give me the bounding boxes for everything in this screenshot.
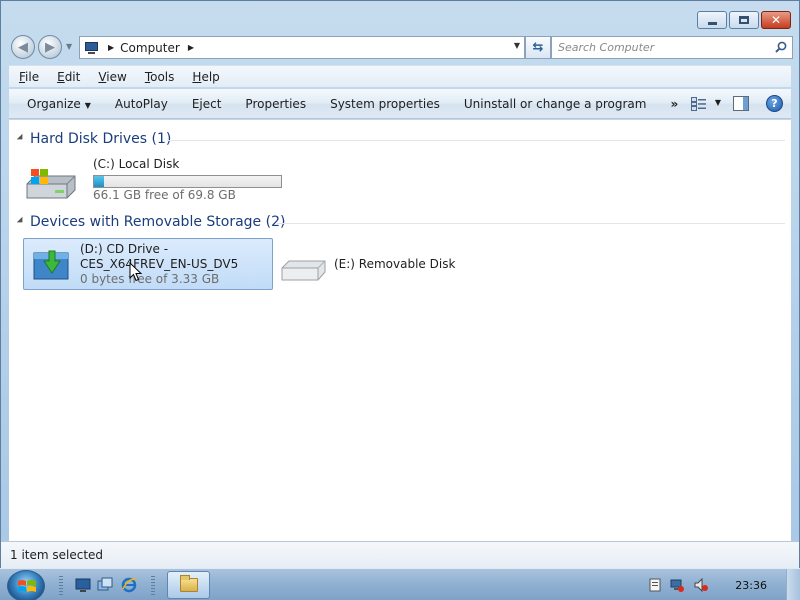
minimize-button[interactable] [697,11,727,29]
search-icon[interactable] [775,41,787,53]
help-icon: ? [771,97,778,110]
notification-area: 23:36 [640,569,800,600]
drive-d-label-line2: CES_X64FREV_EN-US_DV5 [80,257,239,271]
windows-logo-icon [18,580,36,592]
drive-d-label-line1: (D:) CD Drive - [80,242,169,256]
arrow-right-icon: ▶ [45,39,55,55]
change-view-icon[interactable] [691,97,707,111]
drive-c-free-space: 66.1 GB free of 69.8 GB [93,188,236,202]
maximize-icon [739,16,749,24]
properties-button[interactable]: Properties [233,97,318,111]
menu-edit[interactable]: Edit [47,70,88,84]
show-desktop-button[interactable] [786,569,800,600]
toolbar-grip[interactable] [59,576,63,596]
window-controls: ✕ [697,11,791,29]
group-divider [277,223,785,224]
system-properties-button[interactable]: System properties [318,97,452,111]
search-input[interactable] [558,41,758,54]
breadcrumb-expand-icon[interactable]: ▶ [188,43,194,52]
address-dropdown-icon[interactable]: ▼ [514,41,520,50]
toolbar-grip[interactable] [151,576,155,596]
back-button[interactable]: ◀ [11,35,35,59]
uninstall-program-button[interactable]: Uninstall or change a program [452,97,659,111]
menu-view[interactable]: View [88,70,134,84]
forward-button[interactable]: ▶ [38,35,62,59]
minimize-icon [707,21,717,25]
taskbar-explorer-button[interactable] [167,571,210,599]
action-center-icon[interactable] [648,578,662,592]
cd-drive-autorun-icon [33,250,69,280]
help-button[interactable]: ? [766,95,783,112]
command-bar: Organize ▼ AutoPlay Eject Properties Syst… [9,89,791,119]
taskbar: 23:36 [0,568,800,600]
preview-pane-icon[interactable] [733,96,749,111]
close-icon: ✕ [770,13,782,27]
menu-bar: File Edit View Tools Help [9,65,791,87]
organize-button[interactable]: Organize ▼ [9,97,103,111]
drive-d-cd-drive[interactable]: (D:) CD Drive - CES_X64FREV_EN-US_DV5 0 … [23,238,273,290]
volume-muted-icon[interactable] [694,578,708,592]
drive-d-free-space: 0 bytes free of 3.33 GB [80,272,220,286]
folder-icon [179,575,198,592]
breadcrumb-computer[interactable]: Computer [120,41,180,55]
drive-c-local-disk[interactable]: (C:) Local Disk 66.1 GB free of 69.8 GB [23,156,285,206]
internet-explorer-icon[interactable] [121,577,137,593]
more-commands-button[interactable]: » [658,97,688,111]
navigation-bar: ◀ ▶ ▼ ▶ Computer ▶ ▼ ⇆ [9,34,793,60]
collapse-group-icon[interactable] [16,216,26,226]
arrow-left-icon: ◀ [18,39,28,55]
clock[interactable]: 23:36 [735,579,767,592]
maximize-button[interactable] [729,11,759,29]
search-box[interactable] [551,36,793,59]
drive-c-label: (C:) Local Disk [93,157,180,171]
status-bar: 1 item selected [1,541,799,568]
file-list-area[interactable]: Hard Disk Drives (1) (C:) Local Disk 66.… [9,120,791,541]
switch-windows-icon[interactable] [97,577,113,593]
refresh-button[interactable]: ⇆ [525,36,551,59]
close-button[interactable]: ✕ [761,11,791,29]
menu-help[interactable]: Help [182,70,227,84]
status-text: 1 item selected [10,548,104,562]
drive-c-capacity-bar [93,175,282,188]
chevron-down-icon: ▼ [84,100,91,110]
removable-disk-icon [281,260,326,281]
menu-tools[interactable]: Tools [135,70,183,84]
breadcrumb-separator-icon[interactable]: ▶ [108,43,114,52]
drive-c-capacity-fill [94,176,104,187]
drive-e-label: (E:) Removable Disk [334,257,456,271]
address-bar[interactable]: ▶ Computer ▶ ▼ [79,36,525,59]
recent-pages-dropdown[interactable]: ▼ [66,42,72,51]
refresh-icon: ⇆ [532,40,544,55]
mouse-cursor-icon [129,262,143,282]
group-header-removable[interactable]: Devices with Removable Storage (2) [9,213,791,233]
hard-disk-drive-icon [26,169,76,199]
start-button[interactable] [7,570,45,600]
group-divider [167,140,785,141]
group-header-hard-disks[interactable]: Hard Disk Drives (1) [9,130,791,150]
autoplay-button[interactable]: AutoPlay [103,97,180,111]
explorer-window: ✕ ◀ ▶ ▼ ▶ Computer ▶ ▼ ⇆ File Edit View … [0,0,800,568]
view-options-dropdown-icon[interactable]: ▼ [715,98,721,107]
show-desktop-quicklaunch-icon[interactable] [75,577,91,593]
eject-button[interactable]: Eject [180,97,234,111]
menu-file[interactable]: File [9,70,47,84]
drive-e-removable-disk[interactable]: (E:) Removable Disk [279,252,455,288]
group-title-hard-disks: Hard Disk Drives (1) [30,131,172,147]
network-icon[interactable] [670,578,684,592]
collapse-group-icon[interactable] [16,133,26,143]
group-title-removable: Devices with Removable Storage (2) [30,214,286,230]
computer-icon [84,41,100,55]
